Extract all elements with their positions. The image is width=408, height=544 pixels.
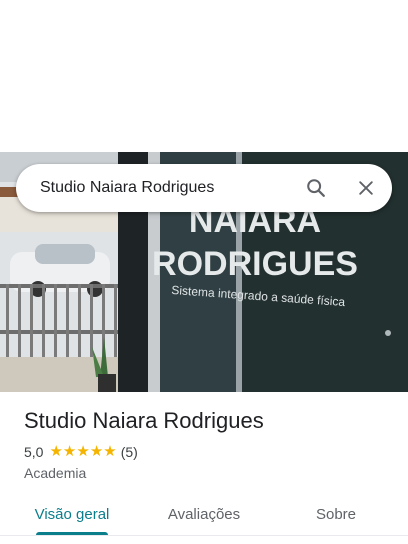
rating-stars: ★ ★ ★ ★ ★ [49,444,116,460]
tab-bar: Visão geral Avaliações Sobre [0,492,408,536]
place-title: Studio Naiara Rodrigues [24,408,264,433]
review-count: (5) [120,444,138,460]
close-icon[interactable] [346,168,386,208]
rating-value: 5,0 [24,444,44,460]
star-icon: ★ [103,443,117,460]
map-blank-area [0,0,408,152]
search-icon[interactable] [296,168,336,208]
sign-line2: RODRIGUES [152,245,358,283]
star-icon: ★ [76,443,90,460]
rating-row[interactable]: 5,0 ★ ★ ★ ★ ★ (5) [24,444,138,461]
tab-reviews[interactable]: Avaliações [136,492,272,536]
search-bar[interactable]: Studio Naiara Rodrigues [16,164,392,212]
star-icon: ★ [62,443,77,460]
tab-overview[interactable]: Visão geral [0,492,144,536]
tab-about[interactable]: Sobre [272,492,400,536]
star-icon: ★ [89,443,104,460]
place-category: Academia [24,465,87,481]
divider [0,535,408,536]
search-input[interactable]: Studio Naiara Rodrigues [40,179,296,197]
star-icon: ★ [49,443,63,460]
